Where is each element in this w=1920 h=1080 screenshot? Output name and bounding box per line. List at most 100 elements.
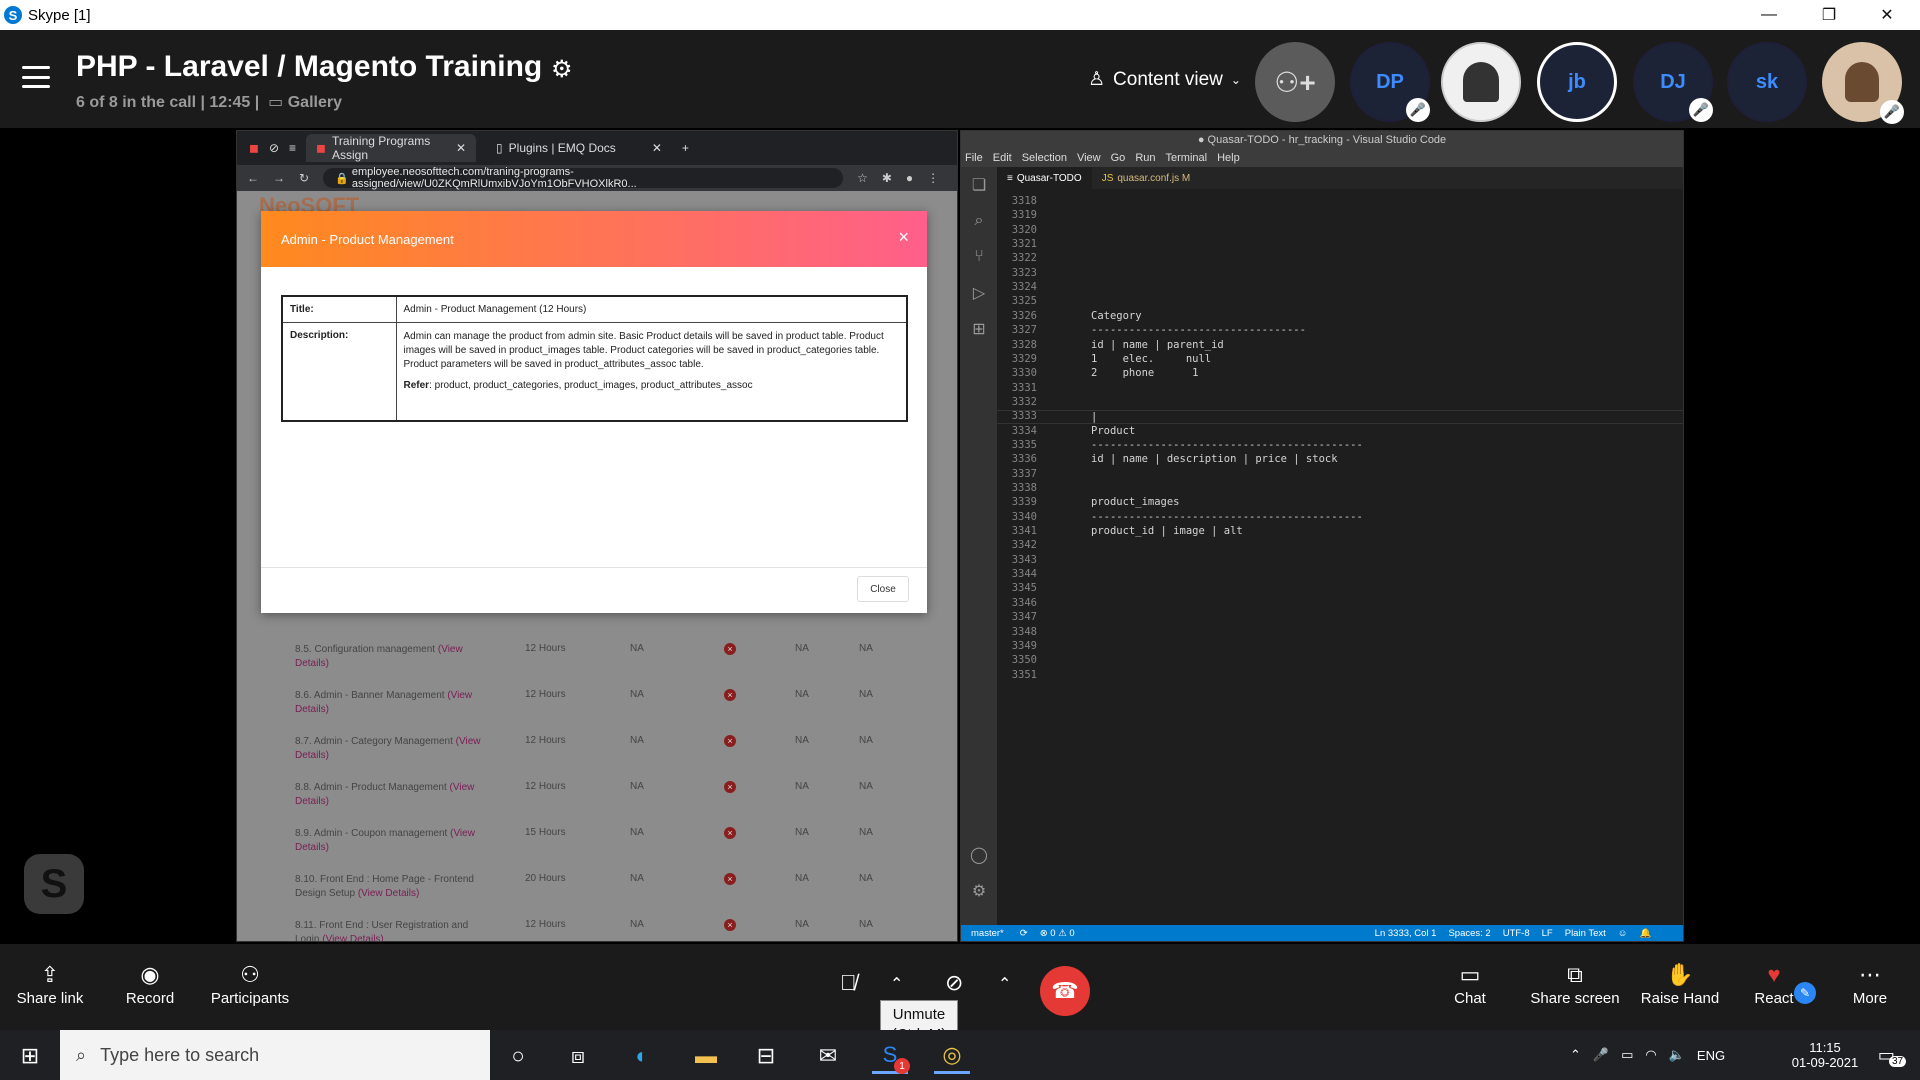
tab-training-programs[interactable]: ◼ Training Programs Assign ✕ [306, 134, 477, 162]
menu-file[interactable]: File [965, 152, 983, 164]
list-icon[interactable]: ≡ [289, 141, 296, 155]
participants-button[interactable]: ⚇ Participants [210, 960, 290, 1007]
add-participant-button[interactable]: ⚇+ [1255, 42, 1335, 122]
microphone-icon[interactable]: 🎤 [1593, 1047, 1609, 1063]
menu-run[interactable]: Run [1135, 152, 1155, 164]
sync-icon[interactable]: ⟳ [1020, 928, 1028, 939]
modal-close-button[interactable]: Close [857, 576, 909, 602]
indentation[interactable]: Spaces: 2 [1448, 928, 1490, 939]
mic-muted-button[interactable]: 🎙̸ [840, 970, 857, 996]
line-number: 3321 [1011, 238, 1037, 251]
close-tab-icon[interactable]: ✕ [456, 141, 466, 155]
task-view-icon[interactable]: ⧈ [560, 1038, 596, 1074]
volume-icon[interactable]: 🔈 [1669, 1047, 1685, 1063]
extensions-icon[interactable]: ⊞ [961, 311, 997, 347]
show-hidden-icons[interactable]: ⌃ [1570, 1047, 1581, 1063]
restore-button[interactable]: ❐ [1800, 0, 1858, 30]
star-icon[interactable]: ☆ [857, 171, 868, 185]
modal-close-icon[interactable]: × [898, 227, 909, 248]
menu-go[interactable]: Go [1111, 152, 1126, 164]
new-tab-icon[interactable]: + [682, 141, 689, 155]
notifications-button[interactable]: ▭ 37 [1872, 1030, 1912, 1080]
windows-start-icon[interactable]: ⊞ [12, 1038, 48, 1074]
encoding[interactable]: UTF-8 [1503, 928, 1530, 939]
content-view-dropdown[interactable]: ♙ Content view ⌄ [1088, 68, 1241, 91]
problems-indicator[interactable]: ⊗ 0 ⚠ 0 [1040, 928, 1075, 939]
wifi-icon[interactable]: ◠ [1645, 1047, 1656, 1063]
address-bar[interactable]: 🔒 employee.neosofttech.com/traning-progr… [323, 166, 844, 190]
chat-button[interactable]: ▭ Chat [1450, 960, 1490, 1007]
taskbar-search[interactable]: ⌕ Type here to search [60, 1030, 490, 1080]
edge-icon[interactable]: ◐ [624, 1038, 660, 1074]
menu-edit[interactable]: Edit [993, 152, 1012, 164]
tab-plugins-docs[interactable]: ▯ Plugins | EMQ Docs ✕ [486, 134, 672, 162]
line-ending[interactable]: LF [1542, 928, 1553, 939]
menu-icon[interactable] [22, 66, 50, 88]
forward-icon[interactable]: → [273, 171, 285, 185]
mic-options-chevron-icon[interactable]: ⌃ [890, 974, 903, 994]
list-item: 8.6. Admin - Banner Management (View Det… [237, 689, 937, 735]
browser-menu-icon[interactable]: ◼ [249, 141, 259, 155]
branch-indicator[interactable]: master* [971, 928, 1004, 939]
language-indicator[interactable]: ENG [1697, 1048, 1725, 1063]
raise-hand-button[interactable]: ✋ Raise Hand [1640, 960, 1720, 1007]
participant-avatar-dp[interactable]: DP 🎤 [1350, 42, 1430, 122]
status-x-icon: × [724, 827, 736, 839]
cursor-position[interactable]: Ln 3333, Col 1 [1375, 928, 1437, 939]
file-explorer-icon[interactable]: ▬ [688, 1038, 724, 1074]
code-editor[interactable]: 3318 3319 3320 3321 3322 3323 3324 3325 3326 Cate… [997, 189, 1683, 925]
feedback-icon[interactable]: ☺ [1618, 928, 1628, 939]
self-avatar-photo[interactable]: 🎤 [1822, 42, 1904, 124]
settings-gear-icon[interactable]: ⚙ [551, 55, 573, 84]
account-icon[interactable]: ◯ [961, 837, 997, 873]
share-link-button[interactable]: ⇪ Share link [16, 960, 84, 1007]
close-window-button[interactable]: ✕ [1858, 0, 1916, 30]
battery-icon[interactable]: ▭ [1621, 1047, 1633, 1063]
record-button[interactable]: ◉ Record [120, 960, 180, 1007]
mail-icon[interactable]: ✉ [810, 1038, 846, 1074]
web-page: NeoSOFT 8.5. Configuration management (V… [237, 191, 957, 941]
source-control-icon[interactable]: ⑂ [961, 239, 997, 275]
gallery-label[interactable]: Gallery [288, 94, 342, 111]
search-icon[interactable]: ⌕ [961, 203, 997, 239]
search-tabs-icon[interactable]: ⊘ [269, 141, 279, 155]
course-title-text: 8.7. Admin - Category Management [295, 736, 453, 747]
participant-avatar-dj[interactable]: DJ 🎤 [1633, 42, 1713, 122]
language-mode[interactable]: Plain Text [1565, 928, 1606, 939]
more-button[interactable]: ⋯ More [1850, 960, 1890, 1007]
menu-view[interactable]: View [1077, 152, 1101, 164]
kebab-menu-icon[interactable]: ⋮ [927, 171, 939, 185]
edit-pencil-icon[interactable]: ✎ [1794, 982, 1816, 1004]
menu-help[interactable]: Help [1217, 152, 1240, 164]
participant-avatar-photo[interactable] [1441, 42, 1521, 122]
explorer-icon[interactable]: ❏ [961, 167, 997, 203]
view-details-link[interactable]: (View Details) [322, 934, 384, 941]
minimize-button[interactable]: — [1740, 0, 1798, 30]
line-number: 3345 [1011, 582, 1037, 595]
tab-quasar-todo[interactable]: ≡ Quasar-TODO [997, 167, 1092, 189]
react-button[interactable]: ♥ React [1752, 960, 1796, 1007]
back-icon[interactable]: ← [247, 171, 259, 185]
profile-icon[interactable]: ● [906, 171, 913, 185]
chrome-icon[interactable]: ◎ [934, 1038, 970, 1074]
participant-avatar-jb[interactable]: jb [1537, 42, 1617, 122]
extensions-icon[interactable]: ✱ [882, 171, 892, 185]
manage-gear-icon[interactable]: ⚙ [961, 873, 997, 909]
video-off-button[interactable]: ⊘ [945, 970, 963, 996]
participant-avatar-sk[interactable]: sk [1727, 42, 1807, 122]
menu-terminal[interactable]: Terminal [1166, 152, 1208, 164]
menu-selection[interactable]: Selection [1022, 152, 1067, 164]
hang-up-button[interactable]: ☎ [1040, 966, 1090, 1016]
view-details-link[interactable]: (View Details) [358, 888, 420, 899]
close-tab-icon[interactable]: ✕ [652, 141, 662, 155]
share-screen-button[interactable]: ⧉ Share screen [1530, 960, 1620, 1007]
cortana-icon[interactable]: ○ [500, 1038, 536, 1074]
skype-floating-icon[interactable]: S [24, 854, 84, 914]
store-icon[interactable]: ⊟ [748, 1038, 784, 1074]
clock[interactable]: 11:15 01-09-2021 [1780, 1030, 1870, 1080]
run-debug-icon[interactable]: ▷ [961, 275, 997, 311]
bell-icon[interactable]: 🔔 [1639, 928, 1651, 939]
reload-icon[interactable]: ↻ [299, 171, 309, 185]
video-options-chevron-icon[interactable]: ⌃ [998, 974, 1011, 994]
tab-quasar-conf[interactable]: JS quasar.conf.js M [1092, 167, 1200, 189]
